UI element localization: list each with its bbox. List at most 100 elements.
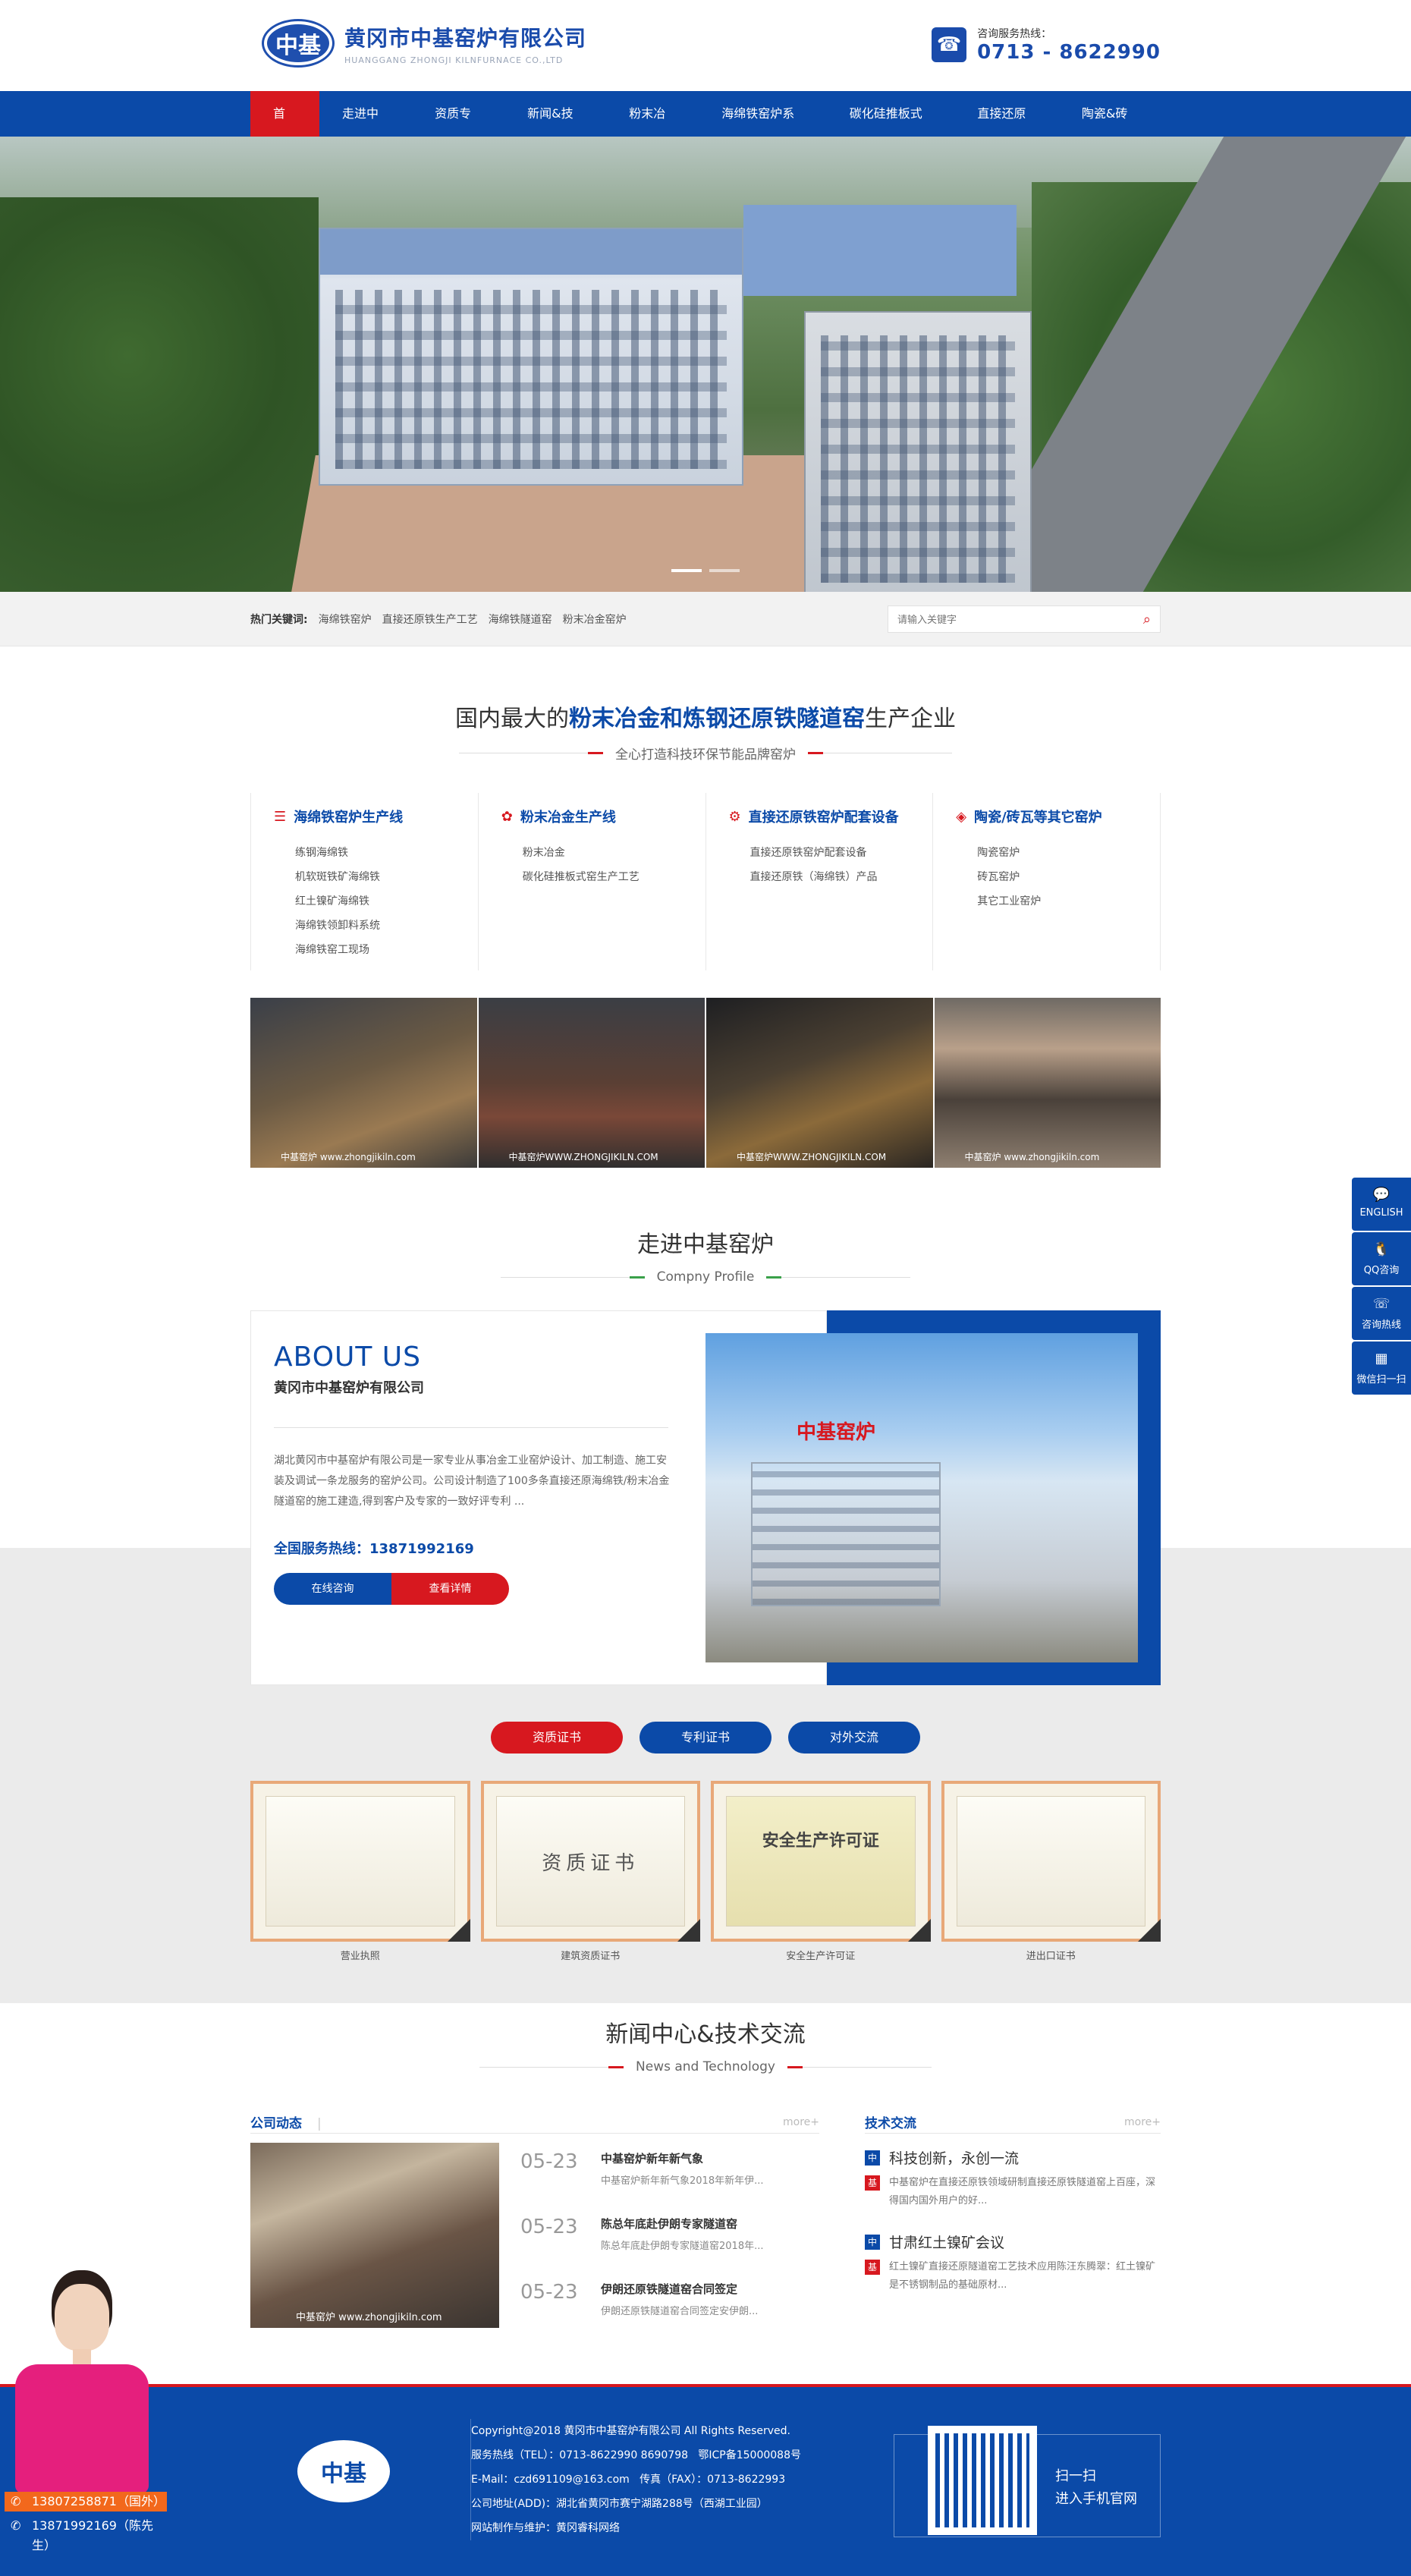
tech-item[interactable]: 中科技创新，永创一流 基中基窑炉在直接还原铁领域研制直接还原铁隧道窑上百座，深得… xyxy=(865,2147,1161,2210)
nav-item-about[interactable]: 走进中基 xyxy=(319,91,412,166)
tech-title[interactable]: 科技创新，永创一流 xyxy=(889,2147,1019,2168)
footer-address: 公司地址(ADD)：湖北省黄冈市赛宁湖路288号（西湖工业园） xyxy=(471,2498,768,2510)
list-icon: ☰ xyxy=(274,808,287,825)
category-link[interactable]: 其它工业窑炉 xyxy=(977,893,1160,917)
nav-item-qualification[interactable]: 资质专利 xyxy=(412,91,504,166)
nav-item-dri[interactable]: 直接还原铁 xyxy=(954,91,1059,166)
company-name: 黄冈市中基窑炉有限公司 xyxy=(344,25,587,51)
cert-image xyxy=(956,1796,1145,1926)
product-photo[interactable]: 中基窑炉WWW.ZHONGJIKILN.COM xyxy=(706,998,933,1168)
company-news-more-link[interactable]: more+ xyxy=(783,2116,819,2128)
tech-more-link[interactable]: more+ xyxy=(1124,2116,1161,2128)
search-input[interactable] xyxy=(897,613,1143,625)
photo-watermark: 中基窑炉 www.zhongjikiln.com xyxy=(281,1152,416,1162)
tab-exchange[interactable]: 对外交流 xyxy=(788,1722,920,1754)
news-title-link[interactable]: 伊朗还原铁隧道窑合同签定 xyxy=(601,2281,758,2297)
cert-card[interactable]: 安全生产许可证 安全生产许可证 xyxy=(711,1781,931,1962)
nav-item-news[interactable]: 新闻&技术 xyxy=(504,91,606,166)
category-link[interactable]: 砖瓦窑炉 xyxy=(977,869,1160,893)
side-wechat[interactable]: ▦ 微信扫一扫 xyxy=(1352,1341,1411,1395)
category-title[interactable]: 直接还原铁窑炉配套设备 xyxy=(749,807,899,826)
nav-item-powder-metallurgy[interactable]: 粉末冶金 xyxy=(606,91,699,166)
tech-item[interactable]: 中甘肃红土镍矿会议 基红土镍矿直接还原隧道窑工艺技术应用陈汪东腾翠：红土镍矿是不… xyxy=(865,2232,1161,2294)
qr-caption-2: 进入手机官网 xyxy=(1055,2491,1137,2507)
product-photo[interactable]: 中基窑炉 www.zhongjikiln.com xyxy=(934,998,1161,1168)
tab-qualification-certs[interactable]: 资质证书 xyxy=(491,1722,623,1754)
product-photo[interactable]: 中基窑炉WWW.ZHONGJIKILN.COM xyxy=(478,998,705,1168)
footer-tel: 服务热线（TEL）：0713-8622990 8690798 xyxy=(471,2449,689,2461)
side-qq[interactable]: 🐧 QQ咨询 xyxy=(1352,1232,1411,1285)
company-news: 公司动态 | more+ 中基窑炉 www.zhongjikiln.com 05-… xyxy=(250,2111,819,2339)
tech-title[interactable]: 甘肃红土镍矿会议 xyxy=(889,2232,1004,2252)
detail-button[interactable]: 查看详情 xyxy=(391,1573,509,1605)
side-english[interactable]: 💬 ENGLISH xyxy=(1352,1178,1411,1231)
category-title[interactable]: 粉末冶金生产线 xyxy=(520,807,616,826)
qrcode-image xyxy=(928,2426,1037,2535)
cert-card[interactable]: 资质证书 建筑资质证书 xyxy=(480,1781,700,1962)
products-section: 国内最大的粉末冶金和炼钢还原铁隧道窑生产企业 全心打造科技环保节能品牌窑炉 ☰ 海… xyxy=(0,646,1411,1168)
news-title-link[interactable]: 陈总年底赴伊朗专家隧道窑 xyxy=(601,2216,763,2232)
site-logo[interactable]: 中基 黄冈市中基窑炉有限公司 HUANGGANG ZHONGJI KILNFUR… xyxy=(264,21,586,65)
nav-item-sic-kiln[interactable]: 碳化硅推板式窑 xyxy=(827,91,955,166)
product-photo[interactable]: 中基窑炉 www.zhongjikiln.com xyxy=(250,998,477,1168)
category-link[interactable]: 碳化硅推板式窑生产工艺 xyxy=(523,869,706,893)
flower-icon: ✿ xyxy=(501,808,513,825)
cert-card[interactable]: 营业执照 xyxy=(250,1781,470,1962)
photo-watermark: 中基窑炉 www.zhongjikiln.com xyxy=(964,1152,1100,1162)
category-link[interactable]: 练钢海绵铁 xyxy=(295,845,478,869)
nav-item-home[interactable]: 首页 xyxy=(250,91,320,166)
cert-card[interactable]: 进出口证书 xyxy=(941,1781,1161,1962)
tab-patent-certs[interactable]: 专利证书 xyxy=(640,1722,771,1754)
news-item[interactable]: 05-23 中基窑炉新年新气象 中基窑炉新年新气象2018年新年伊... xyxy=(520,2143,819,2208)
category-link[interactable]: 红土镍矿海绵铁 xyxy=(295,893,478,917)
product-photos: 中基窑炉 www.zhongjikiln.com 中基窑炉WWW.ZHONGJI… xyxy=(250,998,1161,1168)
tech-heading[interactable]: 技术交流 xyxy=(865,2112,916,2131)
news-item[interactable]: 05-23 陈总年底赴伊朗专家隧道窑 陈总年底赴伊朗专家隧道窑2018年... xyxy=(520,2208,819,2273)
category-link[interactable]: 直接还原铁（海绵铁）产品 xyxy=(750,869,933,893)
hot-keyword[interactable]: 粉末冶金窑炉 xyxy=(563,612,627,627)
logo-mark: 中基 xyxy=(264,21,332,65)
company-news-heading[interactable]: 公司动态 xyxy=(250,2116,302,2131)
category-link[interactable]: 海绵铁窑工现场 xyxy=(295,942,478,966)
main-nav: 首页 走进中基 资质专利 新闻&技术 粉末冶金 海绵铁窑炉系列 碳化硅推板式窑 … xyxy=(0,91,1411,166)
news-title: 新闻中心&技术交流 xyxy=(605,2021,806,2048)
nav-item-ceramics[interactable]: 陶瓷&砖瓦 xyxy=(1059,91,1161,166)
footer-fax: 传真（FAX）：0713-8622993 xyxy=(640,2474,786,2486)
category-link[interactable]: 陶瓷窑炉 xyxy=(977,845,1160,869)
products-title-block: 国内最大的粉末冶金和炼钢还原铁隧道窑生产企业 全心打造科技环保节能品牌窑炉 xyxy=(250,700,1161,763)
news-image[interactable]: 中基窑炉 www.zhongjikiln.com xyxy=(250,2143,499,2328)
hot-keyword[interactable]: 海绵铁窑炉 xyxy=(319,612,372,627)
service-phone-chen[interactable]: ✆ 13871992169（陈先生） xyxy=(5,2516,167,2552)
category-title[interactable]: 海绵铁窑炉生产线 xyxy=(294,807,403,826)
footer-maker[interactable]: 网站制作与维护：黄冈睿科网络 xyxy=(471,2516,801,2540)
nav-item-sponge-iron[interactable]: 海绵铁窑炉系列 xyxy=(699,91,827,166)
footer-icp[interactable]: 鄂ICP备15000088号 xyxy=(698,2449,801,2461)
carousel-dot[interactable] xyxy=(671,569,702,572)
category-link[interactable]: 粉末冶金 xyxy=(523,845,706,869)
hero-banner[interactable] xyxy=(0,137,1411,592)
customer-service-float: ✆ 13807258871（国外） ✆ 13871992169（陈先生） xyxy=(0,2276,174,2576)
news-image-watermark: 中基窑炉 www.zhongjikiln.com xyxy=(296,2312,442,2323)
tech-summary: 中基窑炉在直接还原铁领域研制直接还原铁隧道窑上百座，深得国内国外用户的好... xyxy=(889,2177,1156,2206)
category-link[interactable]: 直接还原铁窑炉配套设备 xyxy=(750,845,933,869)
search-icon[interactable]: ⌕ xyxy=(1143,612,1151,627)
qrcode-icon: ▦ xyxy=(1375,1351,1388,1367)
category-title[interactable]: 陶瓷/砖瓦等其它窑炉 xyxy=(974,807,1102,826)
chat-icon: 💬 xyxy=(1372,1187,1391,1203)
cert-image: 安全生产许可证 xyxy=(726,1796,916,1926)
products-subtitle: 全心打造科技环保节能品牌窑炉 xyxy=(615,747,796,763)
service-phone-foreign[interactable]: ✆ 13807258871（国外） xyxy=(5,2492,167,2512)
cert-image xyxy=(266,1796,455,1926)
consult-button[interactable]: 在线咨询 xyxy=(274,1573,391,1605)
answer-badge: 基 xyxy=(865,2260,880,2275)
carousel-dot[interactable] xyxy=(709,569,740,572)
hot-keyword[interactable]: 海绵铁隧道窑 xyxy=(489,612,552,627)
news-item[interactable]: 05-23 伊朗还原铁隧道窑合同签定 伊朗还原铁隧道窑合同签定安伊朗... xyxy=(520,2273,819,2339)
about-title: 走进中基窑炉 xyxy=(637,1231,774,1258)
news-title-link[interactable]: 中基窑炉新年新气象 xyxy=(601,2150,763,2166)
category-link[interactable]: 机软斑铁矿海绵铁 xyxy=(295,869,478,893)
side-hotline[interactable]: ☏ 咨询热线 xyxy=(1352,1287,1411,1340)
category-link[interactable]: 海绵铁领卸料系统 xyxy=(295,917,478,942)
news-subtitle: News and Technology xyxy=(636,2059,775,2074)
hot-keyword[interactable]: 直接还原铁生产工艺 xyxy=(382,612,478,627)
